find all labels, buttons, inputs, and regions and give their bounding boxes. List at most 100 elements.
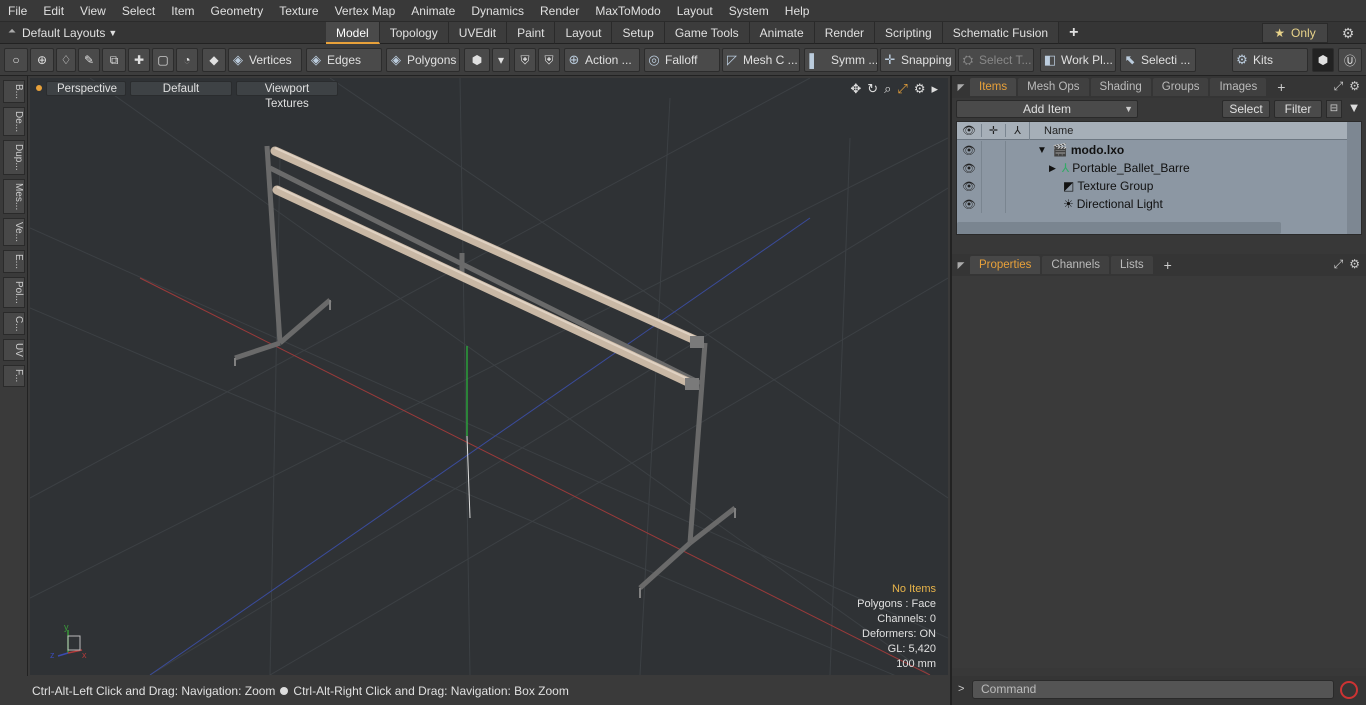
panel-menu-icon[interactable]: ◤ [952, 82, 970, 93]
panel-gear-icon[interactable]: ⚙ [1349, 79, 1360, 94]
menu-dynamics[interactable]: Dynamics [463, 0, 532, 22]
3d-viewport[interactable]: y z x Perspective Default Viewport Textu… [30, 78, 948, 675]
toolbox-tab-basic[interactable]: B... [3, 80, 25, 104]
symmetry-button[interactable]: ▌ Symm ... [804, 48, 878, 72]
menu-system[interactable]: System [721, 0, 777, 22]
collapse-up-icon[interactable]: ⏶ [8, 26, 16, 37]
menu-edit[interactable]: Edit [35, 0, 72, 22]
expand-icon[interactable]: ⤢ [1334, 79, 1344, 94]
eye-icon[interactable]: 👁 [957, 198, 981, 211]
viewport-gear-icon[interactable]: ⚙ [914, 81, 926, 97]
mirror-icon[interactable]: ⧉ [102, 48, 126, 72]
menu-item[interactable]: Item [163, 0, 202, 22]
funnel-icon[interactable]: ▼ [1346, 100, 1362, 118]
add-tab-button[interactable]: + [1059, 22, 1089, 44]
name-column-header[interactable]: Name [1029, 121, 1073, 140]
menu-file[interactable]: File [0, 0, 35, 22]
tab-render[interactable]: Render [814, 22, 876, 44]
toolbox-tab-polygon[interactable]: Pol... [3, 277, 25, 308]
eye-icon[interactable]: 👁 [957, 180, 981, 193]
edges-button[interactable]: ◈ Edges [306, 48, 382, 72]
toolbox-tab-mesh-edit[interactable]: Mes... [3, 178, 25, 215]
menu-vertex-map[interactable]: Vertex Map [327, 0, 404, 22]
shield-icon[interactable]: ⛨ [538, 48, 560, 72]
menu-help[interactable]: Help [777, 0, 818, 22]
collapse-icon[interactable]: ⊟ [1326, 100, 1342, 118]
pan-icon[interactable]: ✥ [850, 81, 861, 97]
expand-icon[interactable]: ⤢ [1334, 257, 1344, 272]
toolbox-tab-edge[interactable]: E... [3, 250, 25, 274]
toolbox-tab-deform[interactable]: De... [3, 107, 25, 137]
chevron-down-icon[interactable]: ▾ [492, 48, 510, 72]
menu-animate[interactable]: Animate [403, 0, 463, 22]
tab-shading[interactable]: Shading [1090, 78, 1151, 96]
tab-animate[interactable]: Animate [749, 22, 815, 44]
tab-uvedit[interactable]: UVEdit [448, 22, 508, 44]
item-mode-icon[interactable]: ◆ [202, 48, 226, 72]
add-panel-tab[interactable]: + [1155, 256, 1181, 274]
falloff-button[interactable]: ◎ Falloff [644, 48, 720, 72]
tab-setup[interactable]: Setup [612, 22, 665, 44]
tree-row-scene[interactable]: 👁 ▼ 🎬 modo.lxo [957, 141, 1347, 159]
view-type-dropdown[interactable]: Perspective [46, 80, 126, 96]
pen-icon[interactable]: ♢ [56, 48, 76, 72]
toolbox-tab-fusion[interactable]: F... [3, 365, 25, 387]
globe-icon[interactable]: ⊕ [30, 48, 54, 72]
mesh-constraint-button[interactable]: ◸ Mesh C ... [722, 48, 800, 72]
select-through-button[interactable]: ⛭ Select T... [958, 48, 1034, 72]
toolbox-tab-uv[interactable]: UV [3, 339, 25, 362]
tab-layout[interactable]: Layout [555, 22, 613, 44]
tab-properties[interactable]: Properties [970, 256, 1041, 274]
toolbox-tab-duplicate[interactable]: Dup... [3, 140, 25, 175]
panel-gear-icon[interactable]: ⚙ [1349, 257, 1360, 272]
menu-maxtomodo[interactable]: MaxToModo [587, 0, 668, 22]
tree-row-light[interactable]: 👁 ☀ Directional Light [957, 195, 1347, 213]
horizontal-scrollbar[interactable] [957, 222, 1281, 234]
orbit-icon[interactable]: ↻ [867, 81, 878, 97]
tab-items[interactable]: Items [970, 78, 1017, 96]
material-icon[interactable]: ⬢ [464, 48, 490, 72]
expand-arrow-icon[interactable]: ▶ [1029, 163, 1056, 174]
menu-render[interactable]: Render [532, 0, 587, 22]
tab-images[interactable]: Images [1210, 78, 1267, 96]
menu-select[interactable]: Select [114, 0, 163, 22]
viewport-scene[interactable]: y z x [30, 78, 948, 675]
menu-layout[interactable]: Layout [669, 0, 721, 22]
brush-icon[interactable]: ✎ [78, 48, 100, 72]
tab-schematic-fusion[interactable]: Schematic Fusion [942, 22, 1060, 44]
snapping-button[interactable]: ✛ Snapping [880, 48, 956, 72]
record-icon[interactable] [1340, 681, 1358, 699]
eye-icon[interactable]: 👁 [957, 162, 981, 175]
maximize-icon[interactable]: ⤢ [897, 81, 907, 97]
shading-dropdown[interactable]: Default [130, 80, 232, 96]
tab-topology[interactable]: Topology [379, 22, 449, 44]
tab-channels[interactable]: Channels [1042, 256, 1110, 274]
box-icon[interactable]: ▢ [152, 48, 174, 72]
vertical-scrollbar[interactable] [1347, 122, 1361, 234]
panel-menu-icon[interactable]: ◤ [952, 260, 970, 271]
layouts-dropdown[interactable]: ⏶ Default Layouts ▼ [4, 24, 117, 42]
tab-model[interactable]: Model [326, 22, 380, 44]
kits-button[interactable]: ⚙ Kits [1232, 48, 1308, 72]
tree-row-mesh[interactable]: 👁 ▶ ⅄ Portable_Ballet_Barre [957, 159, 1347, 177]
menu-geometry[interactable]: Geometry [203, 0, 272, 22]
command-input[interactable]: Command [972, 680, 1334, 699]
symmetry-shield-icon[interactable]: ⛨ [514, 48, 536, 72]
toolbox-tab-curve[interactable]: C... [3, 311, 25, 336]
expand-arrow-icon[interactable]: ▼ [1029, 145, 1047, 156]
filter-button[interactable]: Filter [1274, 100, 1322, 118]
tab-paint[interactable]: Paint [507, 22, 556, 44]
only-toggle[interactable]: ★ Only [1262, 23, 1328, 43]
ballet-barre-model[interactable] [234, 145, 737, 598]
tree-row-texture-group[interactable]: 👁 ◩ Texture Group [957, 177, 1347, 195]
gear-icon[interactable]: ⚙ [1334, 23, 1362, 43]
polygons-button[interactable]: ◈ Polygons [386, 48, 460, 72]
selection-sets-button[interactable]: ⬉ Selecti ... [1120, 48, 1196, 72]
zoom-icon[interactable]: ⌕ [884, 81, 891, 97]
play-arrow-icon[interactable]: ▸ [931, 81, 938, 97]
vertices-button[interactable]: ◈ Vertices [228, 48, 302, 72]
circle-select-icon[interactable]: ○ [4, 48, 28, 72]
select-button[interactable]: Select [1222, 100, 1270, 118]
unreal-icon[interactable]: Ⓤ [1338, 48, 1362, 72]
move-icon[interactable]: ✚ [128, 48, 150, 72]
